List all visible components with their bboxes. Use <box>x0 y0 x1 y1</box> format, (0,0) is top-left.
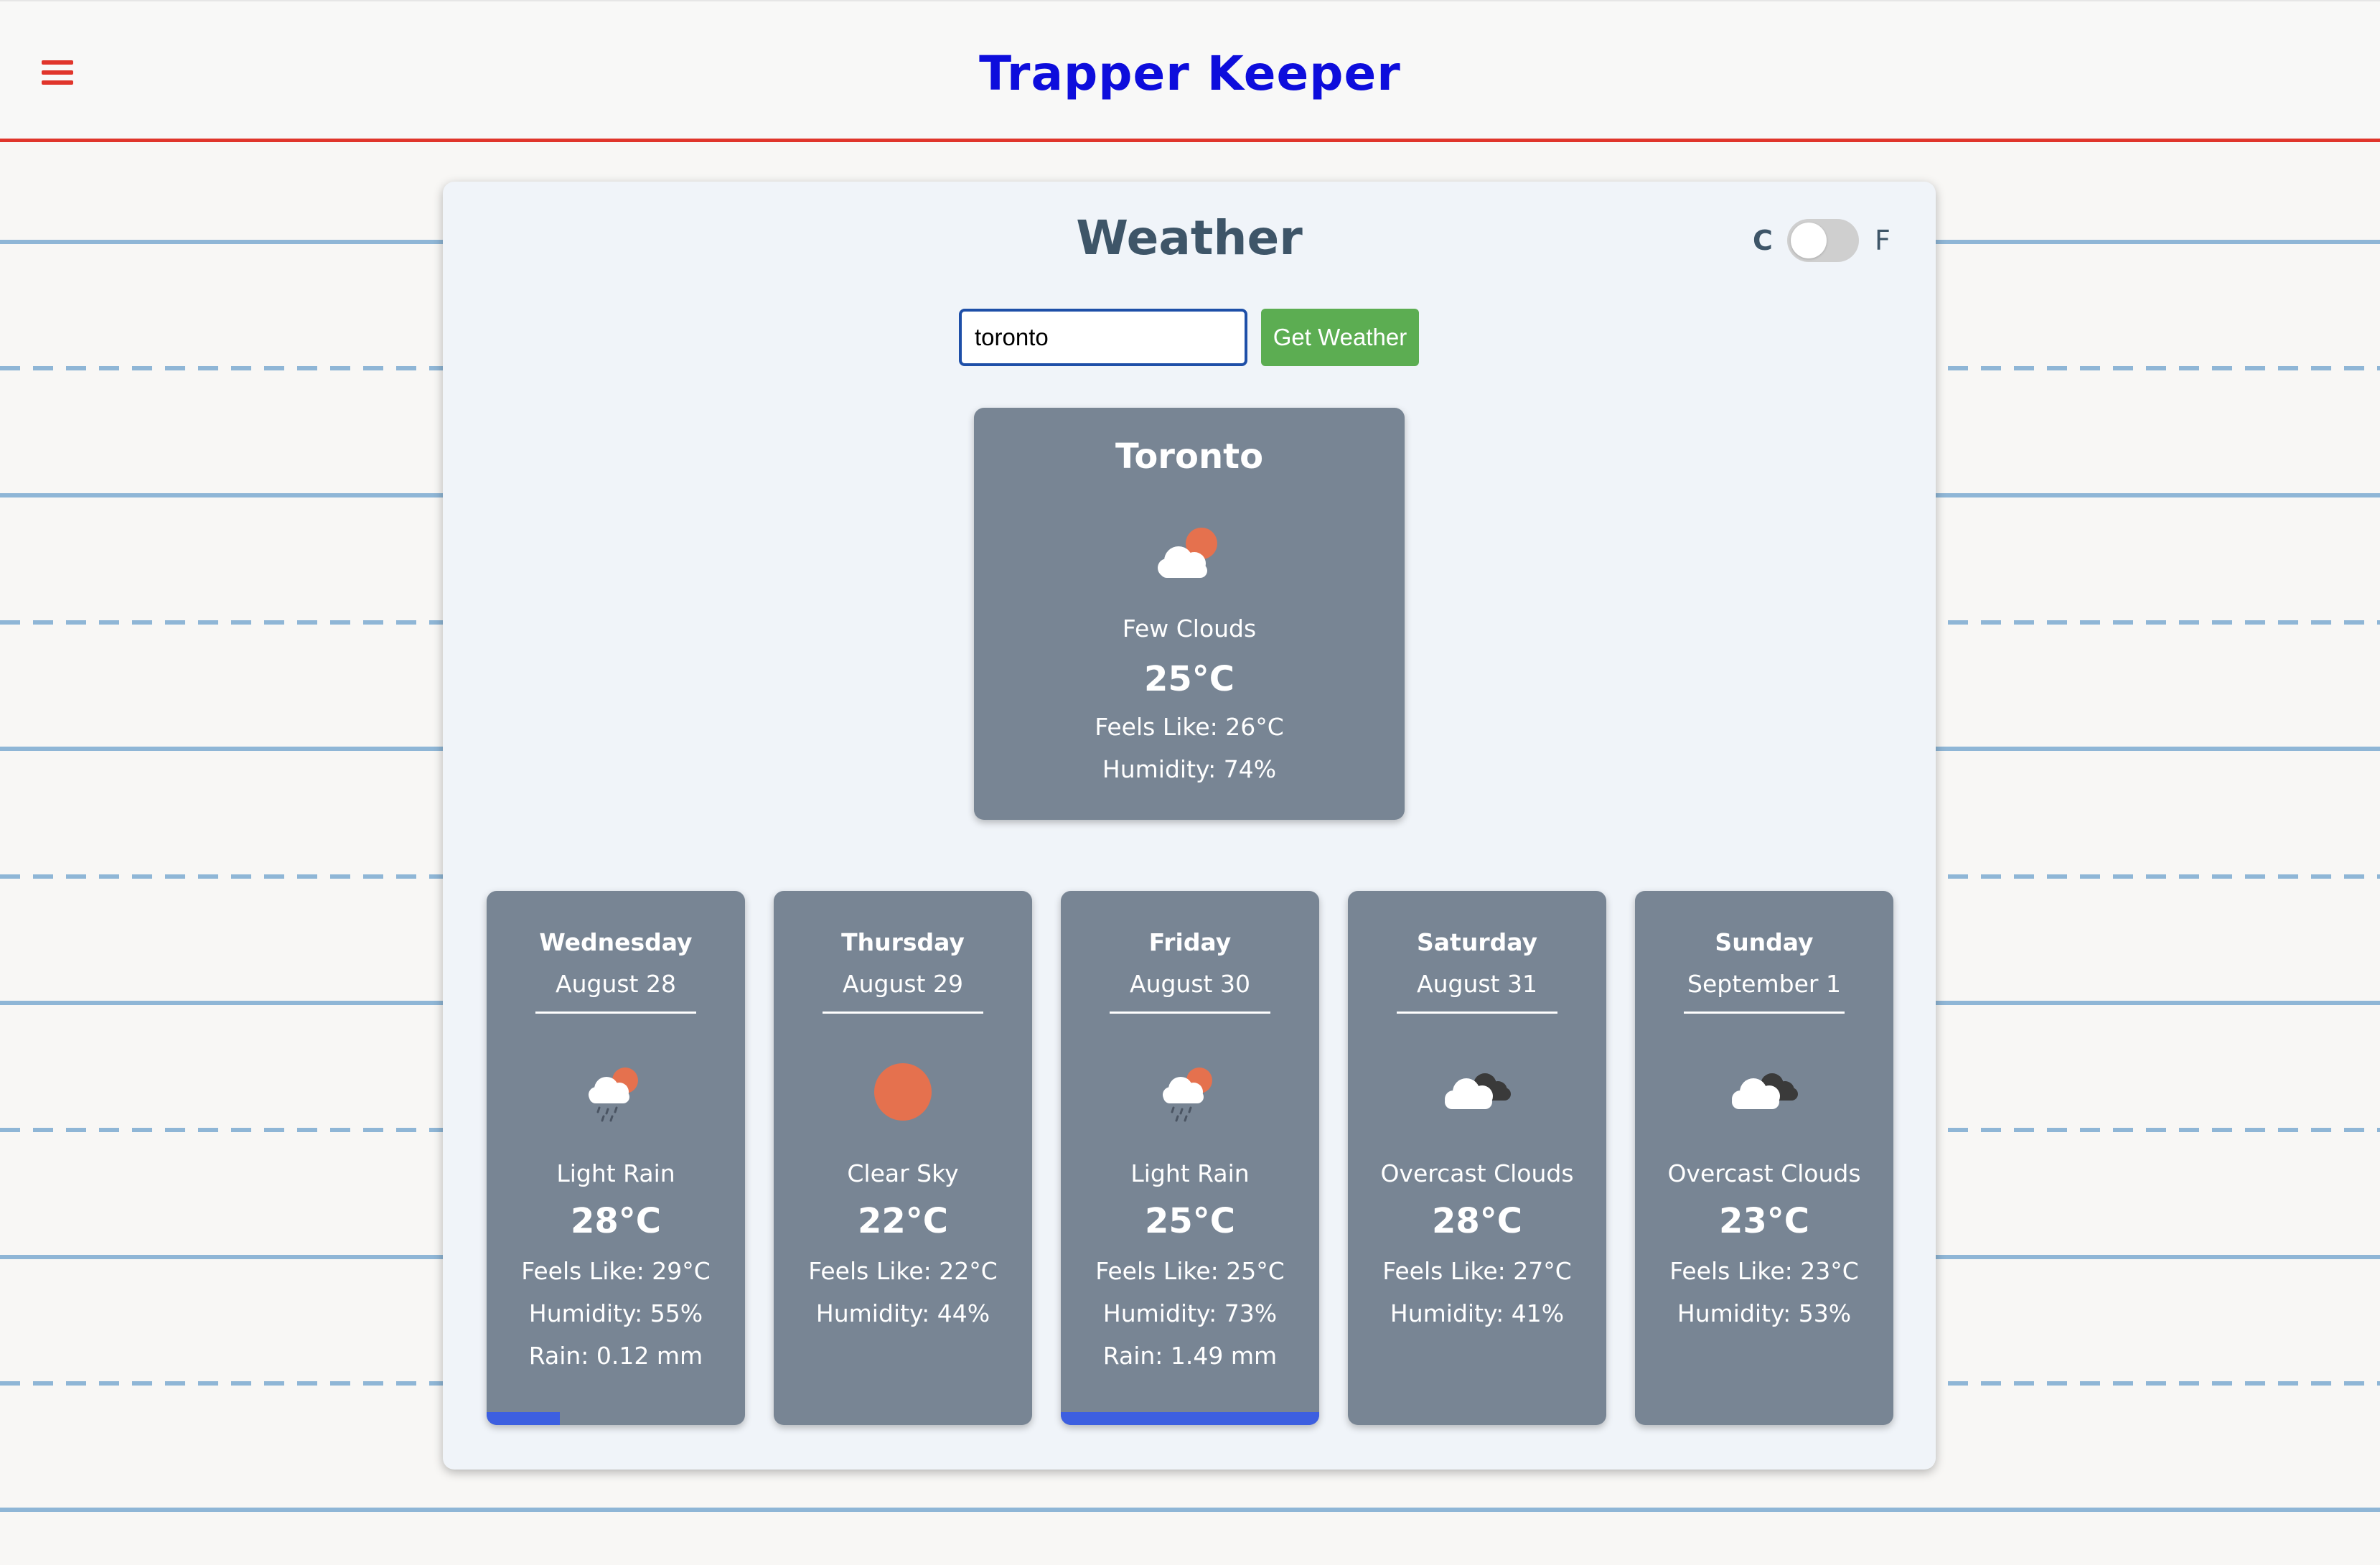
forecast-date: September 1 <box>1687 970 1841 998</box>
forecast-description: Light Rain <box>556 1159 675 1187</box>
forecast-date: August 29 <box>843 970 963 998</box>
forecast-card: Wednesday August 28 Light Rain 28°C Feel… <box>487 891 745 1425</box>
forecast-temperature: 23°C <box>1718 1201 1810 1241</box>
forecast-date: August 28 <box>556 970 676 998</box>
forecast-day: Sunday <box>1715 928 1814 956</box>
forecast-date: August 31 <box>1417 970 1537 998</box>
app-title: Trapper Keeper <box>979 46 1401 101</box>
forecast-temperature: 25°C <box>1144 1201 1236 1241</box>
forecast-card: Saturday August 31 Overcast Clouds 28°C … <box>1348 891 1606 1425</box>
forecast-description: Overcast Clouds <box>1380 1159 1574 1187</box>
forecast-feels-like: Feels Like: 29°C <box>521 1257 711 1285</box>
forecast-card: Thursday August 29 Clear Sky 22°C Feels … <box>774 891 1032 1425</box>
unit-label-celsius: C <box>1753 225 1773 256</box>
forecast-humidity: Humidity: 44% <box>815 1299 990 1327</box>
forecast-temperature: 22°C <box>857 1201 949 1241</box>
current-feels-like: Feels Like: 26°C <box>1095 713 1284 741</box>
forecast-feels-like: Feels Like: 27°C <box>1382 1257 1572 1285</box>
forecast-temperature: 28°C <box>1431 1201 1523 1241</box>
few-clouds-icon <box>1150 519 1229 584</box>
forecast-description: Light Rain <box>1130 1159 1250 1187</box>
forecast-day: Friday <box>1148 928 1232 956</box>
city-name: Toronto <box>1115 436 1264 477</box>
forecast-feels-like: Feels Like: 22°C <box>808 1257 998 1285</box>
forecast-humidity: Humidity: 41% <box>1390 1299 1565 1327</box>
divider <box>823 1012 983 1014</box>
unit-toggle-switch[interactable] <box>1787 219 1859 262</box>
divider <box>1684 1012 1845 1014</box>
current-weather-card: Toronto Few Clouds 25°C Feels Like: 26°C… <box>974 408 1405 820</box>
light-rain-icon <box>576 1056 655 1128</box>
forecast-day: Thursday <box>841 928 965 956</box>
unit-toggle: C F <box>1753 218 1911 263</box>
forecast-day: Saturday <box>1417 928 1537 956</box>
forecast-card: Sunday September 1 Overcast Clouds 23°C … <box>1635 891 1893 1425</box>
ruled-line <box>0 1508 2380 1512</box>
forecast-description: Clear Sky <box>847 1159 959 1187</box>
forecast-humidity: Humidity: 55% <box>528 1299 703 1327</box>
forecast-humidity: Humidity: 53% <box>1677 1299 1852 1327</box>
forecast-date: August 30 <box>1130 970 1250 998</box>
get-weather-button[interactable]: Get Weather <box>1261 309 1419 366</box>
forecast-humidity: Humidity: 73% <box>1102 1299 1278 1327</box>
forecast-temperature: 28°C <box>570 1201 662 1241</box>
rain-amount-bar <box>487 1412 561 1425</box>
overcast-clouds-icon <box>1438 1056 1517 1128</box>
app-header: Trapper Keeper <box>0 0 2380 142</box>
forecast-rain: Rain: 1.49 mm <box>1102 1342 1278 1370</box>
clear-sky-icon <box>863 1056 942 1128</box>
unit-label-fahrenheit: F <box>1875 225 1891 256</box>
divider <box>535 1012 696 1014</box>
forecast-card: Friday August 30 Light Rain 25°C Feels L… <box>1061 891 1319 1425</box>
forecast-rain: Rain: 0.12 mm <box>528 1342 703 1370</box>
forecast-description: Overcast Clouds <box>1667 1159 1861 1187</box>
toggle-knob <box>1791 223 1827 258</box>
divider <box>1397 1012 1557 1014</box>
current-humidity: Humidity: 74% <box>1102 755 1277 783</box>
current-description: Few Clouds <box>1122 615 1257 643</box>
forecast-feels-like: Feels Like: 23°C <box>1669 1257 1859 1285</box>
forecast-feels-like: Feels Like: 25°C <box>1095 1257 1285 1285</box>
light-rain-icon <box>1151 1056 1229 1128</box>
page-title: Weather <box>1076 210 1303 266</box>
rain-amount-bar <box>1061 1412 1319 1425</box>
overcast-clouds-icon <box>1725 1056 1804 1128</box>
city-search-input[interactable] <box>959 309 1247 366</box>
forecast-day: Wednesday <box>539 928 693 956</box>
weather-panel: Weather C F Get Weather Toronto Few Clou… <box>443 182 1936 1470</box>
current-temperature: 25°C <box>1143 659 1235 699</box>
divider <box>1110 1012 1270 1014</box>
